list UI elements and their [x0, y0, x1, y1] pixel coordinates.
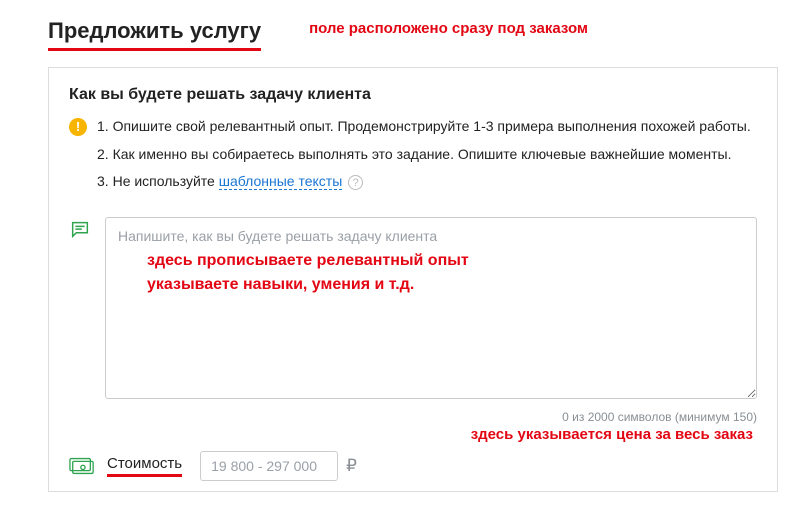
money-icon: [69, 457, 95, 475]
offer-card: Как вы будете решать задачу клиента ! Оп…: [48, 67, 778, 492]
warning-icon: !: [69, 118, 87, 136]
price-input[interactable]: [200, 451, 338, 481]
rule-item-3: Не используйте шаблонные тексты ?: [97, 171, 751, 193]
currency-symbol: ₽: [346, 456, 357, 476]
rule-item-2: Как именно вы собираетесь выполнять это …: [97, 144, 751, 166]
template-texts-link[interactable]: шаблонные тексты: [219, 173, 343, 190]
annotation-price: здесь указывается цена за весь заказ: [69, 426, 753, 443]
char-counter: 0 из 2000 символов (минимум 150): [69, 410, 757, 424]
help-icon[interactable]: ?: [348, 175, 363, 190]
annotation-position: поле расположено сразу под заказом: [309, 20, 588, 37]
rule-item-1: Опишите свой релевантный опыт. Продемонс…: [97, 116, 751, 138]
chat-icon: [69, 219, 91, 241]
card-heading: Как вы будете решать задачу клиента: [69, 86, 757, 104]
cost-label: Стоимость: [107, 455, 182, 477]
rule-3-prefix: Не используйте: [113, 173, 219, 189]
solution-textarea[interactable]: [105, 217, 757, 399]
page-title: Предложить услугу: [48, 18, 261, 51]
rules-list: Опишите свой релевантный опыт. Продемонс…: [97, 116, 751, 199]
